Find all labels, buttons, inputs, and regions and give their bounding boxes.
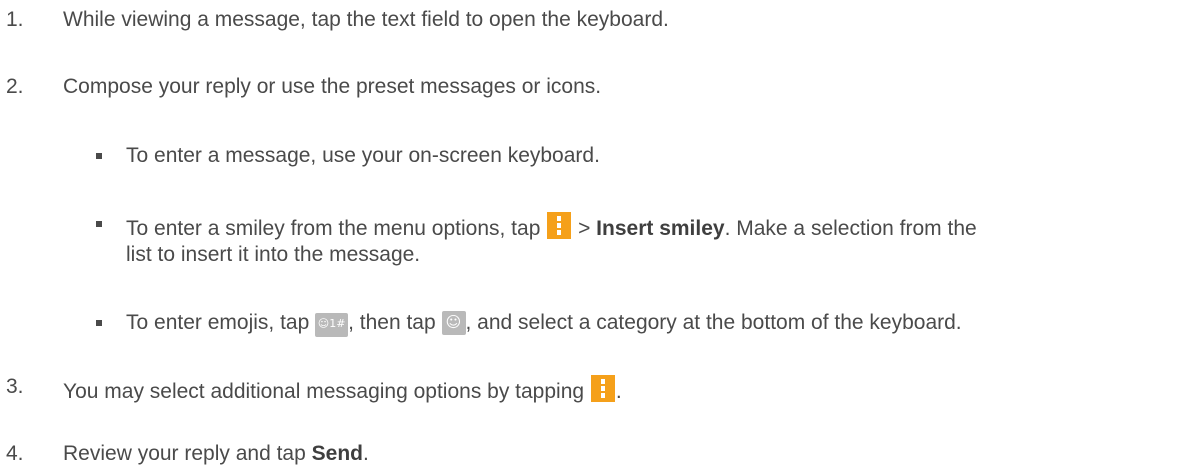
bullet-text-after: . Make a selection from the: [724, 217, 977, 240]
step-text-after: .: [362, 442, 369, 465]
bullet-text: To enter a message, use your on-screen k…: [126, 144, 600, 167]
step-number: 1.: [6, 8, 24, 31]
bullet-text: list to insert it into the message.: [126, 243, 421, 266]
step-text: Compose your reply or use the preset mes…: [63, 75, 602, 98]
bullet-text: To enter emojis, tap ☺1#, then tap ☺, an…: [126, 311, 962, 337]
step-text: Review your reply and tap Send.: [63, 442, 369, 466]
step-number: 2.: [6, 75, 24, 98]
menu-icon: [547, 212, 572, 239]
instructions-page: 1. While viewing a message, tap the text…: [0, 0, 1199, 473]
bullet-text: To enter a smiley from the menu options,…: [126, 212, 977, 241]
menu-icon: [590, 375, 615, 402]
insert-smiley-label: Insert smiley: [596, 217, 725, 240]
symbols-key-icon: ☺1#: [315, 313, 349, 337]
bullet-text-mid: , then tap: [348, 311, 442, 334]
bullet-text-before: To enter a smiley from the menu options,…: [126, 217, 541, 240]
bullet-marker: [96, 320, 102, 326]
step-text-after: .: [615, 380, 622, 403]
step-text: You may select additional messaging opti…: [63, 375, 622, 404]
separator: >: [578, 217, 597, 240]
emoji-key-icon: ☺: [441, 311, 466, 335]
bullet-marker: [96, 153, 102, 159]
step-text-before: You may select additional messaging opti…: [63, 380, 585, 403]
step-text: While viewing a message, tap the text fi…: [63, 8, 669, 31]
send-label: Send: [311, 442, 363, 465]
bullet-text-before: To enter emojis, tap: [126, 311, 316, 334]
step-text-before: Review your reply and tap: [63, 442, 312, 465]
bullet-marker: [96, 221, 102, 227]
bullet-text-after: , and select a category at the bottom of…: [465, 311, 962, 334]
step-number: 3.: [6, 375, 24, 398]
step-number: 4.: [6, 442, 24, 465]
